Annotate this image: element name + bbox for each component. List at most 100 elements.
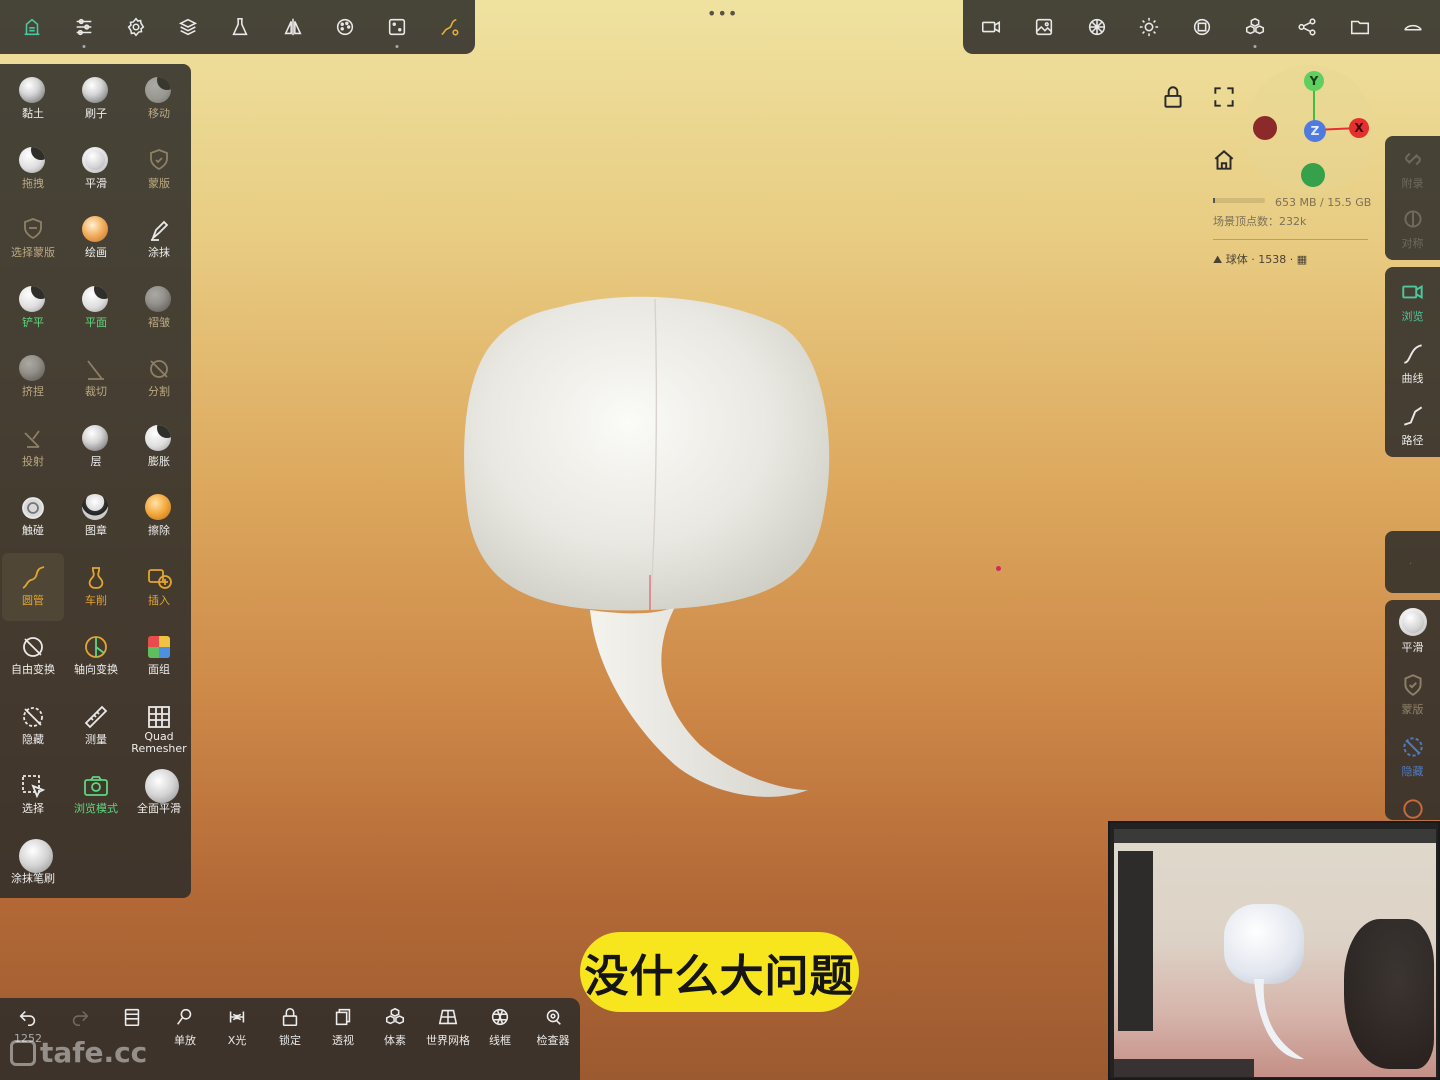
browse-mode-label: 浏览 [1401,310,1424,323]
tool-global-smooth[interactable]: 全面平滑 [128,761,190,829]
tool-pinch[interactable]: 挤捏 [2,344,64,412]
select-icon [19,772,47,800]
stamp-icon [82,494,110,522]
smooth-shortcut-button[interactable]: 平滑 [1385,608,1440,655]
paint-icon [82,216,110,244]
gear-icon[interactable] [110,0,162,54]
inset-hand [1344,919,1434,1069]
object-name: 球体 · 1538 · [1225,253,1294,266]
tool-axis-transform[interactable]: 轴向变换 [65,622,127,690]
dice-icon[interactable] [371,0,423,54]
lock-button[interactable]: 锁定 [264,1006,316,1056]
tool-move[interactable]: 移动 [128,66,190,134]
tool-crease[interactable]: 褶皱 [128,275,190,343]
radial-shortcut-icon[interactable] [1385,796,1440,822]
sliders-icon[interactable] [58,0,110,54]
wireframe-button[interactable]: 线框 [474,1006,526,1056]
hide-shortcut-button[interactable]: 隐藏 [1385,734,1440,779]
nomad-logo-icon[interactable] [6,0,58,54]
folder-icon[interactable] [1334,0,1387,54]
tool-tube[interactable]: 圆管 [2,552,64,621]
appendix-button[interactable]: 附录 [1385,146,1440,191]
project-icon [19,425,47,453]
path-button[interactable]: 路径 [1385,403,1440,448]
quad-remesher-icon [145,703,173,731]
axis-neg-x-ball[interactable] [1253,116,1277,140]
sculpted-model[interactable] [450,285,850,815]
tool-select[interactable]: 选择 [2,761,64,829]
tool-paint[interactable]: 绘画 [65,205,127,273]
tool-clay[interactable]: 黏土 [2,66,64,134]
axis-x-ball[interactable]: X [1349,118,1369,138]
axis-z-ball[interactable]: Z [1304,120,1326,142]
tool-drag[interactable]: 拖拽 [2,136,64,204]
symmetry-icon[interactable] [267,0,319,54]
tool-select-mask[interactable]: 选择蒙版 [2,205,64,273]
xray-button[interactable]: X光 [211,1006,263,1056]
mask-shortcut-button[interactable]: 蒙版 [1385,672,1440,717]
tool-layer[interactable]: 层 [65,414,127,482]
tool-trim[interactable]: 裁切 [65,344,127,412]
home-icon[interactable] [1211,147,1237,173]
drag-icon [19,146,47,175]
camera-icon[interactable] [965,0,1018,54]
tool-label: Quad Remesher [131,729,187,755]
smudge-brush-icon [19,838,53,873]
voxel-button[interactable]: 体素 [369,1006,421,1056]
tool-label: 触碰 [22,524,44,537]
shading-icon[interactable] [1070,0,1123,54]
inspector-button[interactable]: 检查器 [527,1006,579,1056]
layers-icon[interactable] [162,0,214,54]
object-info[interactable]: ⛰ 球体 · 1538 · ▦ [1213,251,1307,267]
axis-y-ball[interactable]: Y [1304,71,1324,91]
symmetry-button[interactable]: 对称 [1385,206,1440,251]
tool-stamp[interactable]: 图章 [65,483,127,551]
lock-icon[interactable] [1160,84,1186,110]
tool-brush[interactable]: 刷子 [65,66,127,134]
tool-flatten[interactable]: 铲平 [2,275,64,343]
tool-lathe[interactable]: 车削 [65,553,127,621]
free-transform-icon [19,633,47,661]
tool-browse-mode[interactable]: 浏览模式 [65,761,127,829]
browse-mode-button[interactable]: 浏览 [1385,279,1440,324]
tool-smooth[interactable]: 平滑 [65,136,127,204]
tool-plane[interactable]: 平面 [65,275,127,343]
image-icon[interactable] [1018,0,1071,54]
share-icon[interactable] [1281,0,1334,54]
cubes-icon[interactable] [1228,0,1281,54]
solo-button[interactable]: 单放 [159,1006,211,1056]
light-icon[interactable] [1123,0,1176,54]
tool-mask[interactable]: 蒙版 [128,136,190,204]
tool-split[interactable]: 分割 [128,344,190,412]
axis-transform-icon [82,633,110,661]
fullscreen-icon[interactable] [1211,84,1237,110]
tool-quad-remesher[interactable]: Quad Remesher [128,692,190,760]
flask-icon[interactable] [214,0,266,54]
more-dots-icon[interactable]: ••• [707,6,737,22]
curve-button[interactable]: 曲线 [1385,341,1440,386]
tool-insert[interactable]: 插入 [128,553,190,621]
smudge-icon [145,216,173,244]
tool-project[interactable]: 投射 [2,414,64,482]
axis-neg-y-ball[interactable] [1301,163,1325,187]
hide-toolbar-icon[interactable] [1387,0,1440,54]
matcap-icon[interactable] [1176,0,1229,54]
right-collapsed-panel[interactable]: · [1385,531,1440,593]
tool-free-transform[interactable]: 自由变换 [2,622,64,690]
tool-erase[interactable]: 擦除 [128,483,190,551]
tool-label: 移动 [148,107,170,120]
orientation-gizmo[interactable]: Y X Z [1245,65,1375,195]
tool-smudge[interactable]: 涂抹 [128,205,190,273]
browse-mode-icon [82,772,110,800]
tool-smudge-brush[interactable]: 涂抹笔刷 [2,831,64,899]
tool-inflate[interactable]: 膨胀 [128,414,190,482]
tool-measure[interactable]: 测量 [65,692,127,760]
tool-label: 测量 [85,732,107,746]
tube-tool-icon[interactable] [423,0,475,54]
perspective-button[interactable]: 透视 [317,1006,369,1056]
tool-nudge[interactable]: 触碰 [2,483,64,551]
tool-hide[interactable]: 隐藏 [2,692,64,760]
tool-face-group[interactable]: 面组 [128,622,190,690]
palette-icon[interactable] [319,0,371,54]
world-grid-button[interactable]: 世界网格 [422,1006,474,1056]
